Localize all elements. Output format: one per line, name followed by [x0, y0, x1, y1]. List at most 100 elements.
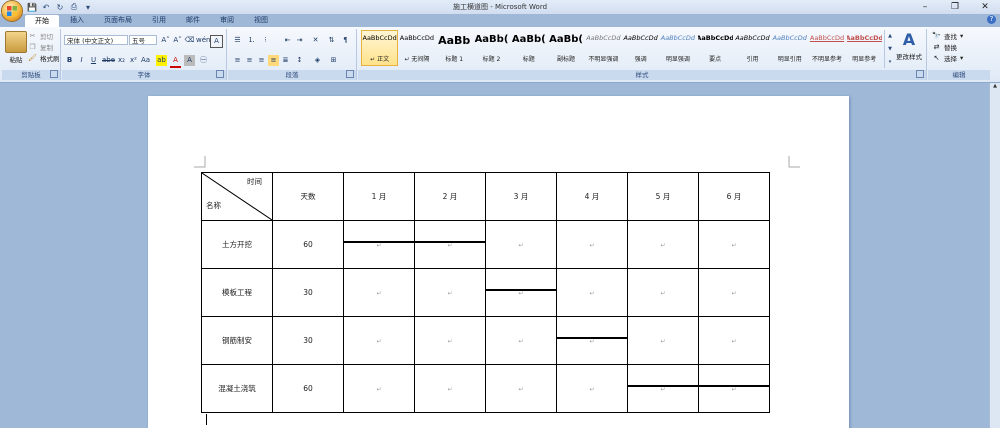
month-cell[interactable]: ↵ — [485, 220, 557, 269]
month-cell[interactable]: ↵ — [556, 316, 628, 365]
style-heading-1[interactable]: AaBb 标题 1 — [436, 30, 473, 66]
column-header-month-6[interactable]: 6 月 — [698, 172, 770, 221]
find-button[interactable]: 🔭 查找 ▾ — [932, 31, 963, 42]
underline-icon[interactable]: U — [88, 55, 99, 66]
scroll-up-arrow-icon[interactable]: ▲ — [990, 83, 1000, 91]
styles-launcher-icon[interactable] — [916, 70, 924, 78]
bullets-icon[interactable]: ☰ — [232, 35, 243, 46]
month-cell[interactable]: ↵ — [343, 268, 415, 317]
change-styles-button[interactable]: A 更改样式 — [896, 30, 922, 61]
month-cell[interactable]: ↵ — [414, 364, 486, 413]
style-intense-quote[interactable]: AaBbCcDd 明显引用 — [771, 30, 808, 66]
column-header-month-1[interactable]: 1 月 — [343, 172, 415, 221]
tab-insert[interactable]: 插入 — [60, 14, 94, 27]
line-spacing-icon[interactable]: ↕ — [294, 55, 305, 66]
style-subtle-emphasis[interactable]: AaBbCcDd 不明显强调 — [585, 30, 622, 66]
restore-button[interactable]: ❐ — [940, 0, 970, 14]
month-cell[interactable]: ↵ — [556, 268, 628, 317]
month-cell[interactable]: ↵ — [627, 268, 699, 317]
select-button[interactable]: ↖ 选择 ▾ — [932, 53, 964, 64]
month-cell[interactable]: ↵ — [698, 364, 770, 413]
task-days-cell[interactable]: 30 — [272, 316, 344, 365]
month-cell[interactable]: ↵ — [343, 316, 415, 365]
replace-button[interactable]: ⇄ 替换 — [932, 42, 957, 53]
help-icon[interactable]: ? — [987, 15, 996, 24]
month-cell[interactable]: ↵ — [485, 364, 557, 413]
align-left-icon[interactable]: ≡ — [232, 55, 243, 66]
enclose-char-icon[interactable]: ㊀ — [198, 55, 209, 66]
document-area[interactable]: 时间 名称 天数 1 月 2 月 3 月 4 月 5 月 6 月 土方开挖 60… — [0, 83, 990, 428]
task-days-cell[interactable]: 30 — [272, 268, 344, 317]
task-days-cell[interactable]: 60 — [272, 364, 344, 413]
style-normal[interactable]: AaBbCcDd ↵ 正文 — [361, 30, 399, 66]
style-intense-reference[interactable]: AaBbCcDd 明显参考 — [846, 30, 883, 66]
highlight-icon[interactable]: ab — [156, 55, 167, 66]
font-name-select[interactable]: 宋体 (中文正文) — [64, 35, 128, 45]
font-color-icon[interactable]: A — [170, 55, 181, 68]
task-name-cell[interactable]: 模板工程 — [201, 268, 273, 317]
column-header-month-2[interactable]: 2 月 — [414, 172, 486, 221]
bold-icon[interactable]: B — [64, 55, 75, 66]
multilevel-list-icon[interactable]: ⁝ — [260, 35, 271, 46]
month-cell[interactable]: ↵ — [343, 220, 486, 269]
scroll-up-icon[interactable]: ▲ — [888, 33, 892, 39]
sort-icon[interactable]: ⇅ — [326, 35, 337, 46]
style-subtle-reference[interactable]: AaBbCcDd 不明显参考 — [808, 30, 845, 66]
diagonal-header-cell[interactable]: 时间 名称 — [201, 172, 273, 221]
clear-format-icon[interactable]: ⌫ — [184, 35, 195, 46]
task-name-cell[interactable]: 钢筋制安 — [201, 316, 273, 365]
paste-button[interactable]: 粘贴 — [5, 31, 27, 64]
month-cell[interactable]: ↵ — [556, 364, 628, 413]
vertical-scrollbar[interactable]: ▲ — [989, 83, 1000, 428]
increase-indent-icon[interactable]: ⇥ — [294, 35, 305, 46]
char-shading-icon[interactable]: A — [184, 55, 195, 66]
show-marks-icon[interactable]: ¶ — [340, 35, 351, 46]
document-page[interactable]: 时间 名称 天数 1 月 2 月 3 月 4 月 5 月 6 月 土方开挖 60… — [148, 96, 849, 428]
align-center-icon[interactable]: ≡ — [244, 55, 255, 66]
tab-references[interactable]: 引用 — [142, 14, 176, 27]
format-painter-button[interactable]: 🖌 格式刷 — [28, 53, 59, 64]
month-cell[interactable]: ↵ — [627, 364, 770, 413]
strikethrough-icon[interactable]: abe — [102, 55, 115, 66]
month-cell[interactable]: ↵ — [343, 364, 415, 413]
minimize-button[interactable]: – — [910, 0, 940, 14]
paragraph-launcher-icon[interactable] — [346, 70, 354, 78]
superscript-icon[interactable]: x² — [128, 55, 139, 66]
style-title[interactable]: AaBb(标题 — [510, 30, 547, 66]
column-header-month-5[interactable]: 5 月 — [627, 172, 699, 221]
month-cell[interactable]: ↵ — [627, 220, 699, 269]
tab-home[interactable]: 开始 — [24, 14, 60, 28]
phonetic-guide-icon[interactable]: wén — [196, 35, 210, 46]
grow-font-icon[interactable]: A˄ — [160, 35, 171, 46]
close-button[interactable]: ✕ — [970, 0, 1000, 14]
task-name-cell[interactable]: 土方开挖 — [201, 220, 273, 269]
styles-scroll[interactable]: ▲ ▼ ▾ — [884, 30, 895, 68]
subscript-icon[interactable]: x₂ — [116, 55, 127, 66]
italic-icon[interactable]: I — [76, 55, 87, 66]
style-emphasis[interactable]: AaBbCcDd 强调 — [622, 30, 659, 66]
tab-view[interactable]: 视图 — [244, 14, 278, 27]
style-heading-2[interactable]: AaBb(标题 2 — [473, 30, 510, 66]
month-cell[interactable]: ↵ — [485, 316, 557, 365]
cut-button[interactable]: ✂ 剪切 — [28, 31, 53, 42]
tab-review[interactable]: 审阅 — [210, 14, 244, 27]
task-name-cell[interactable]: 混凝土浇筑 — [201, 364, 273, 413]
tab-page-layout[interactable]: 页面布局 — [94, 14, 142, 27]
shrink-font-icon[interactable]: A˅ — [172, 35, 183, 46]
month-cell[interactable]: ↵ — [627, 316, 699, 365]
tab-mailings[interactable]: 邮件 — [176, 14, 210, 27]
change-case-icon[interactable]: Aa — [140, 55, 151, 66]
column-header-days[interactable]: 天数 — [272, 172, 344, 221]
font-size-select[interactable]: 五号 — [129, 35, 157, 45]
decrease-indent-icon[interactable]: ⇤ — [282, 35, 293, 46]
font-launcher-icon[interactable] — [216, 70, 224, 78]
style-subtitle[interactable]: AaBb(副标题 — [547, 30, 584, 66]
align-right-icon[interactable]: ≡ — [256, 55, 267, 66]
month-cell[interactable]: ↵ — [414, 268, 486, 317]
month-cell[interactable]: ↵ — [698, 316, 770, 365]
numbering-icon[interactable]: ⒈ — [246, 35, 257, 46]
scroll-down-icon[interactable]: ▼ — [888, 46, 892, 52]
month-cell[interactable]: ↵ — [698, 220, 770, 269]
style-quote[interactable]: AaBbCcDd 引用 — [734, 30, 771, 66]
asian-layout-icon[interactable]: ✕ — [310, 35, 321, 46]
